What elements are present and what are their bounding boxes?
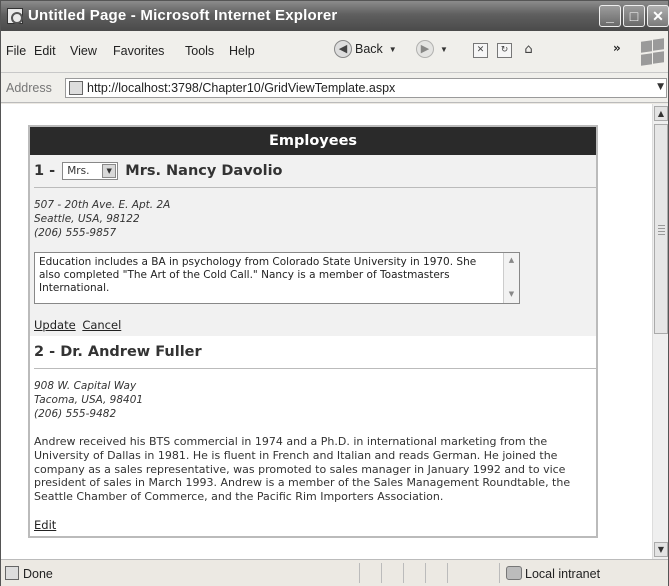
address-city: Tacoma, USA, 98401 <box>34 394 144 406</box>
intranet-zone-icon <box>506 566 522 580</box>
scroll-down-icon[interactable]: ▼ <box>654 542 668 557</box>
menu-view[interactable]: View <box>70 44 97 58</box>
status-divider <box>381 563 382 583</box>
toolbar-overflow-icon[interactable]: » <box>613 41 621 55</box>
chevron-down-icon: ▼ <box>440 44 448 54</box>
address-bar: Address http://localhost:3798/Chapter10/… <box>1 73 668 103</box>
forward-button[interactable]: ▶ ▼ <box>416 40 448 62</box>
status-divider <box>425 563 426 583</box>
scroll-down-icon[interactable]: ▼ <box>505 288 518 301</box>
maximize-button[interactable]: □ <box>623 5 645 27</box>
textarea-scrollbar[interactable]: ▲ ▼ <box>503 253 519 303</box>
address-input[interactable]: http://localhost:3798/Chapter10/GridView… <box>65 78 667 98</box>
chevron-down-icon: ▼ <box>388 44 397 54</box>
refresh-icon[interactable]: ↻ <box>497 43 512 58</box>
back-label: Back <box>355 42 383 56</box>
scroll-up-icon[interactable]: ▲ <box>654 106 668 121</box>
status-bar: Done Local intranet <box>1 559 668 586</box>
menu-help[interactable]: Help <box>229 44 255 58</box>
menu-toolbar: File Edit View Favorites Tools Help ◀ Bac… <box>1 31 668 73</box>
address-line: 908 W. Capital Way <box>34 380 137 392</box>
menu-file[interactable]: File <box>6 44 26 58</box>
row-actions: Edit <box>34 518 592 532</box>
status-divider <box>359 563 360 583</box>
minimize-button[interactable]: _ <box>599 5 621 27</box>
notes-textarea[interactable]: Education includes a BA in psychology fr… <box>34 252 520 304</box>
phone: (206) 555-9482 <box>34 408 117 420</box>
page-content: Employees 1 - Mrs. ▼ Mrs. Nancy Davolio 5… <box>1 104 652 559</box>
address-label: Address <box>6 81 52 95</box>
close-button[interactable]: ✕ <box>647 5 669 27</box>
grid-header: Employees <box>30 127 596 155</box>
grid-row-edit: 1 - Mrs. ▼ Mrs. Nancy Davolio 507 - 20th … <box>30 155 596 336</box>
divider <box>34 368 596 369</box>
status-divider <box>499 563 500 583</box>
ie-page-icon <box>7 8 23 24</box>
chevron-down-icon[interactable]: ▼ <box>657 82 664 92</box>
phone: (206) 555-9857 <box>34 227 117 239</box>
back-button[interactable]: ◀ Back ▼ <box>334 40 397 62</box>
address-city: Seattle, USA, 98122 <box>34 213 140 225</box>
employee-name: Mrs. Nancy Davolio <box>125 163 283 179</box>
chevron-down-icon[interactable]: ▼ <box>102 164 117 178</box>
address-url: http://localhost:3798/Chapter10/GridView… <box>87 81 396 95</box>
employee-title: 2 - Dr. Andrew Fuller <box>34 344 202 360</box>
employee-address: 908 W. Capital Way Tacoma, USA, 98401 (2… <box>34 379 592 421</box>
forward-arrow-icon: ▶ <box>416 40 434 58</box>
menu-favorites[interactable]: Favorites <box>113 44 164 58</box>
scroll-up-icon[interactable]: ▲ <box>505 254 518 267</box>
window-title: Untitled Page - Microsoft Internet Explo… <box>28 7 338 24</box>
windows-logo-icon <box>637 35 667 69</box>
cancel-link[interactable]: Cancel <box>82 318 121 332</box>
notes-text: Education includes a BA in psychology fr… <box>39 256 477 294</box>
employee-notes: Andrew received his BTS commercial in 19… <box>34 435 571 504</box>
grip-icon <box>658 225 665 235</box>
page-scrollbar[interactable]: ▲ ▼ <box>652 104 668 559</box>
employee-title: 1 - Mrs. ▼ Mrs. Nancy Davolio <box>34 160 592 182</box>
ie-page-icon <box>5 566 19 580</box>
grid-row: 2 - Dr. Andrew Fuller 908 W. Capital Way… <box>30 336 596 536</box>
status-text: Done <box>23 567 53 581</box>
stop-icon[interactable]: ✕ <box>473 43 488 58</box>
status-divider <box>403 563 404 583</box>
address-line: 507 - 20th Ave. E. Apt. 2A <box>34 199 171 211</box>
row-number: 1 - <box>34 163 56 179</box>
scroll-thumb[interactable] <box>654 124 668 334</box>
title-select-value: Mrs. <box>67 165 90 177</box>
title-bar[interactable]: Untitled Page - Microsoft Internet Explo… <box>1 1 669 31</box>
employee-address: 507 - 20th Ave. E. Apt. 2A Seattle, USA,… <box>34 198 592 240</box>
menu-tools[interactable]: Tools <box>185 44 214 58</box>
security-zone: Local intranet <box>525 567 601 581</box>
status-divider <box>447 563 448 583</box>
home-icon[interactable]: ⌂ <box>521 43 536 58</box>
divider <box>34 187 596 188</box>
menu-edit[interactable]: Edit <box>34 44 56 58</box>
row-actions: Update Cancel <box>34 318 592 332</box>
back-arrow-icon: ◀ <box>334 40 352 58</box>
edit-link[interactable]: Edit <box>34 518 56 532</box>
browser-window: Untitled Page - Microsoft Internet Explo… <box>0 0 669 586</box>
update-link[interactable]: Update <box>34 318 76 332</box>
title-select[interactable]: Mrs. ▼ <box>62 162 119 180</box>
employees-gridview: Employees 1 - Mrs. ▼ Mrs. Nancy Davolio 5… <box>28 125 598 538</box>
ie-page-icon <box>69 81 83 95</box>
